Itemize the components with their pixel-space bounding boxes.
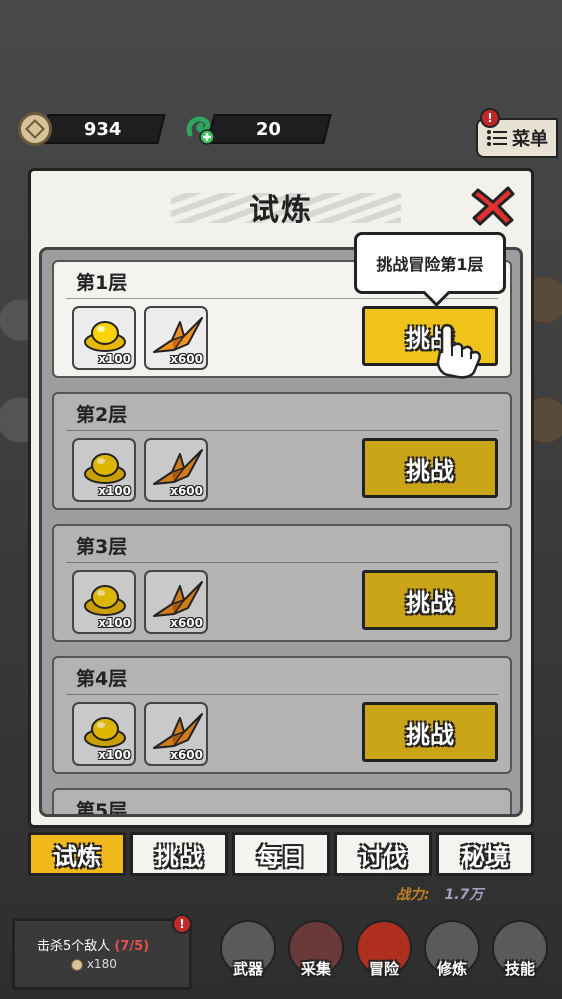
challenge-button[interactable]: 挑战 [362, 570, 498, 630]
reward-quantity: x600 [170, 484, 203, 498]
gold-ingot-reward[interactable]: x100 [72, 438, 136, 502]
coin-amount: 934 [84, 118, 122, 140]
reward-quantity: x600 [170, 748, 203, 762]
nav-gather[interactable]: 采集 [286, 920, 346, 990]
tab-crusade[interactable]: 讨伐 [334, 832, 432, 876]
power-label: 战力: [396, 887, 430, 903]
challenge-button[interactable]: 挑战 [362, 702, 498, 762]
reward-quantity: x100 [98, 352, 131, 366]
pointing-hand-icon [430, 322, 486, 384]
tab-trial[interactable]: 试炼 [28, 832, 126, 876]
paper-crane-reward[interactable]: x600 [144, 702, 208, 766]
jade-add-icon[interactable] [182, 112, 216, 146]
resource-bar: 934 20 菜单 ! [14, 108, 562, 158]
close-icon [471, 186, 515, 227]
challenge-button[interactable]: 挑战 [362, 438, 498, 498]
menu-list-icon [487, 130, 507, 146]
gold-ingot-reward[interactable]: x100 [72, 702, 136, 766]
menu-alert-icon: ! [480, 108, 500, 128]
paper-crane-reward[interactable]: x600 [144, 438, 208, 502]
floor-name: 第2层 [76, 404, 128, 426]
nav-adventure[interactable]: 冒险 [354, 920, 414, 990]
nav-skill[interactable]: 技能 [490, 920, 550, 990]
quest-reward: x180 [86, 957, 117, 971]
reward-quantity: x600 [170, 352, 203, 366]
floor-row: 第4层 x100 x600 挑战 [52, 656, 512, 774]
jade-amount: 20 [256, 118, 282, 140]
quest-progress: (7/5) [114, 939, 150, 954]
gold-ingot-reward[interactable]: x100 [72, 570, 136, 634]
tab-secret-realm[interactable]: 秘境 [436, 832, 534, 876]
reward-quantity: x600 [170, 616, 203, 630]
nav-cultivate[interactable]: 修炼 [422, 920, 482, 990]
menu-label: 菜单 [512, 129, 548, 150]
tab-bar: 试炼 挑战 每日 讨伐 秘境 [28, 832, 534, 876]
reward-quantity: x100 [98, 484, 131, 498]
floor-name: 第1层 [76, 272, 128, 294]
reward-quantity: x100 [98, 748, 131, 762]
floor-name: 第3层 [76, 536, 128, 558]
tutorial-tooltip: 挑战冒险第1层 [354, 232, 506, 294]
nav-weapon[interactable]: 武器 [218, 920, 278, 990]
floor-row: 第5层 [52, 788, 512, 817]
coin-icon [71, 958, 83, 971]
tab-daily[interactable]: 每日 [232, 832, 330, 876]
quest-text: 击杀5个敌人 [37, 939, 111, 954]
coin-icon [18, 112, 52, 146]
floor-row: 第3层 x100 x600 挑战 [52, 524, 512, 642]
reward-quantity: x100 [98, 616, 131, 630]
power-value: 1.7万 [444, 887, 484, 903]
coin-counter: 934 [18, 112, 166, 146]
quest-alert-icon: ! [172, 914, 192, 934]
gold-ingot-reward[interactable]: x100 [72, 306, 136, 370]
floor-row: 第2层 x100 x600 挑战 [52, 392, 512, 510]
floor-name: 第5层 [76, 800, 128, 817]
paper-crane-reward[interactable]: x600 [144, 306, 208, 370]
panel-title: 试炼 [249, 193, 313, 228]
tab-challenge[interactable]: 挑战 [130, 832, 228, 876]
close-button[interactable] [469, 183, 517, 229]
quest-panel[interactable]: 击杀5个敌人 (7/5) x180 [12, 918, 192, 990]
combat-power: 战力: 1.7万 [396, 884, 483, 904]
paper-crane-reward[interactable]: x600 [144, 570, 208, 634]
floor-name: 第4层 [76, 668, 128, 690]
jade-counter: 20 [182, 112, 332, 146]
